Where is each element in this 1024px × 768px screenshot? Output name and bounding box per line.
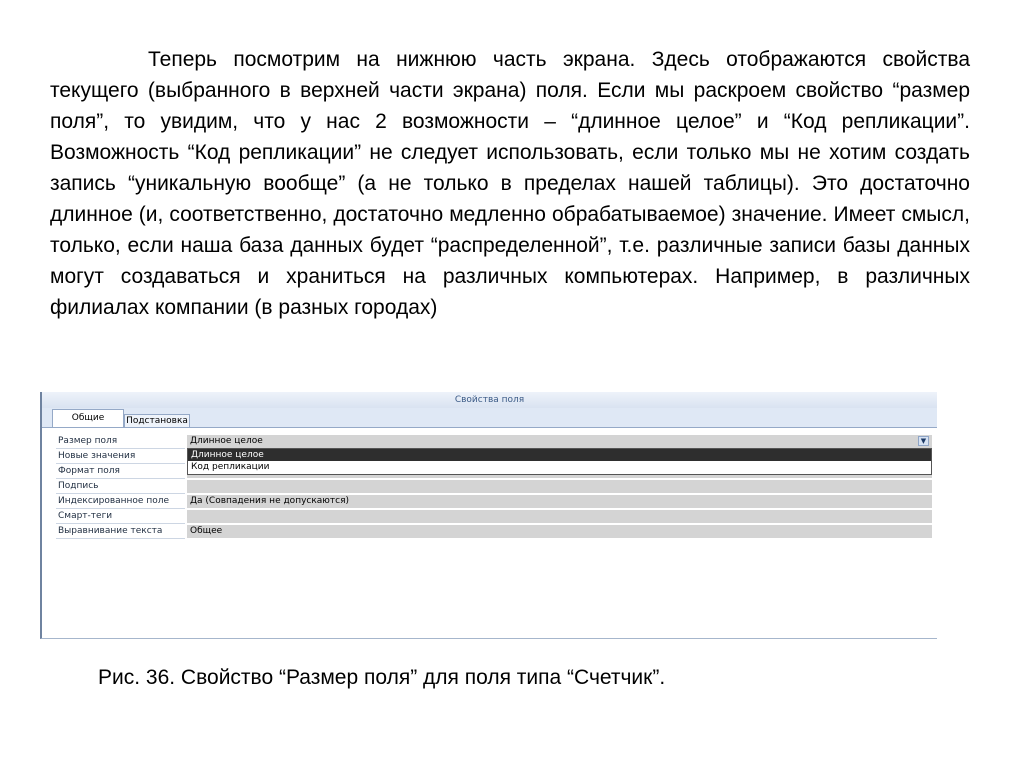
property-label: Подпись (56, 480, 185, 494)
property-row-caption[interactable]: Подпись (56, 480, 932, 495)
property-label: Размер поля (56, 435, 185, 449)
property-row-indexed[interactable]: Индексированное поле Да (Совпадения не д… (56, 495, 932, 510)
property-row-text-align[interactable]: Выравнивание текста Общее (56, 525, 932, 540)
figure-caption: Рис. 36. Свойство “Размер поля” для поля… (98, 666, 666, 689)
tab-lookup[interactable]: Подстановка (124, 414, 190, 427)
field-size-select[interactable]: Длинное целое ▼ (187, 435, 932, 448)
property-value[interactable]: Общее (187, 525, 932, 538)
property-value[interactable] (187, 480, 932, 493)
property-value: Длинное целое (190, 436, 263, 446)
field-properties-header: Свойства поля (42, 392, 937, 409)
field-size-dropdown-list: Длинное целое Код репликации (187, 448, 932, 475)
property-label: Смарт-теги (56, 510, 185, 524)
field-properties-screenshot: Свойства поля Общие Подстановка Размер п… (40, 392, 937, 639)
body-paragraph: Теперь посмотрим на нижнюю часть экрана.… (50, 48, 970, 319)
chevron-down-icon[interactable]: ▼ (918, 436, 929, 446)
property-row-smart-tags[interactable]: Смарт-теги (56, 510, 932, 525)
property-label: Выравнивание текста (56, 525, 185, 539)
property-value[interactable] (187, 510, 932, 523)
property-label: Новые значения (56, 450, 185, 464)
dropdown-option-replication-id[interactable]: Код репликации (188, 461, 931, 473)
dropdown-option-long-integer[interactable]: Длинное целое (188, 449, 931, 461)
property-label: Формат поля (56, 465, 185, 479)
property-label: Индексированное поле (56, 495, 185, 509)
tab-bar: Общие Подстановка (42, 408, 937, 428)
property-value[interactable]: Да (Совпадения не допускаются) (187, 495, 932, 508)
tab-general[interactable]: Общие (52, 409, 124, 427)
